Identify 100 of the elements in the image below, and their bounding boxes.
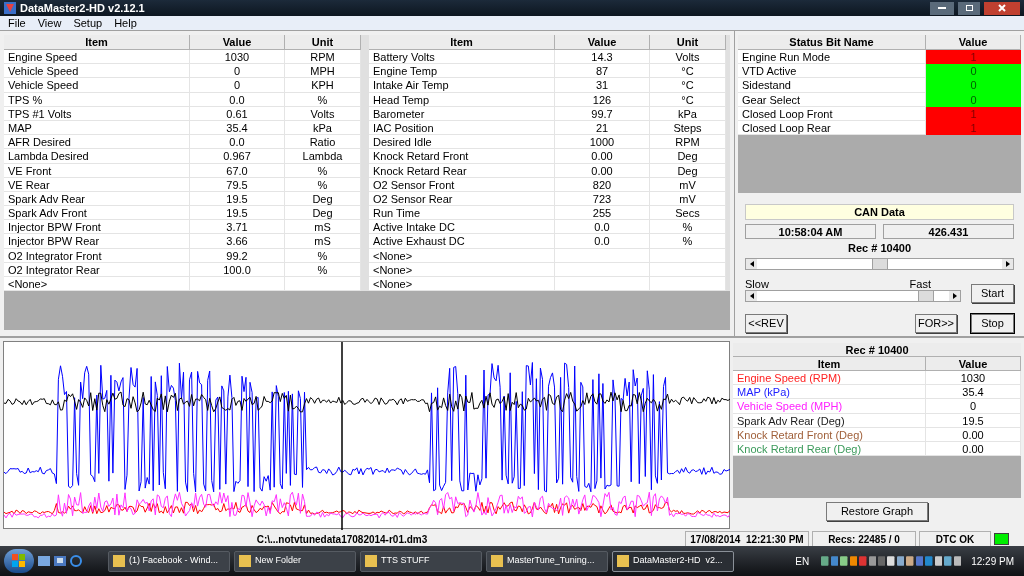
- table-cell: 67.0: [190, 163, 285, 178]
- table-cell: Closed Loop Rear: [742, 121, 831, 134]
- table-cell: Lambda Desired: [4, 149, 190, 164]
- table-cell: MAP: [4, 120, 190, 136]
- table-cell: VTD Active: [742, 65, 797, 78]
- table-cell: Battery Volts: [369, 50, 555, 65]
- table-cell: mV: [650, 191, 726, 207]
- status-value-cell: 1: [926, 50, 1021, 65]
- table-cell: 255: [555, 206, 650, 221]
- seconds-field: 426.431: [883, 224, 1014, 240]
- can-data-banner: CAN Data: [745, 204, 1014, 221]
- table-cell: 0.00: [555, 163, 650, 178]
- taskbar-button[interactable]: New Folder: [234, 550, 356, 572]
- scroll-right-button[interactable]: [1002, 259, 1013, 270]
- table-cell: Deg: [650, 163, 726, 178]
- legend-item: Knock Retard Front (Deg): [737, 428, 863, 441]
- menu-item[interactable]: Help: [114, 16, 137, 30]
- column-header[interactable]: Status Bit Name: [738, 35, 926, 50]
- table-cell: Engine Temp: [369, 64, 555, 79]
- table-cell: Spark Adv Front: [4, 206, 190, 221]
- table-cell: Secs: [650, 206, 726, 221]
- column-header[interactable]: Unit: [285, 35, 361, 50]
- table-cell: 87: [555, 64, 650, 79]
- scroll-left-button[interactable]: [746, 291, 757, 302]
- table-cell: Closed Loop Front: [742, 107, 833, 120]
- table-cell: 35.4: [190, 120, 285, 136]
- status-value-cell: 0: [926, 78, 1021, 93]
- table-cell: Knock Retard Front: [369, 149, 555, 164]
- table-cell: <None>: [369, 262, 555, 277]
- taskbar-button[interactable]: (1) Facebook - Wind...: [108, 550, 230, 572]
- button[interactable]: Restore Graph: [826, 502, 928, 522]
- legend-item: Engine Speed (RPM): [737, 372, 841, 384]
- column-header[interactable]: Value: [190, 35, 285, 50]
- window-icon: [113, 555, 125, 567]
- maximize-button[interactable]: [958, 1, 980, 15]
- table-cell: Deg: [285, 191, 361, 207]
- table-cell: 723: [555, 191, 650, 207]
- button[interactable]: Start: [971, 284, 1014, 304]
- table-cell: Vehicle Speed: [4, 78, 190, 93]
- taskbar-button[interactable]: MasterTune_Tuning...: [486, 550, 608, 572]
- table-cell: Knock Retard Rear: [369, 163, 555, 178]
- legend-item: Spark Adv Rear (Deg): [737, 414, 845, 427]
- taskbar-button[interactable]: DataMaster2-HD v2...: [612, 550, 734, 572]
- minimize-button[interactable]: [930, 1, 954, 15]
- table-cell: 99.2: [190, 248, 285, 263]
- clock[interactable]: 12:29 PM: [965, 553, 1020, 569]
- column-header[interactable]: Unit: [650, 35, 726, 50]
- column-header[interactable]: Value: [555, 35, 650, 50]
- close-icon: [998, 4, 1006, 12]
- table-cell: 31: [555, 78, 650, 93]
- menu-item[interactable]: Setup: [73, 16, 103, 30]
- taskbar-button[interactable]: TTS STUFF: [360, 550, 482, 572]
- slider-thumb[interactable]: [871, 259, 888, 270]
- table-cell: 21: [555, 120, 650, 136]
- table-cell: Barometer: [369, 106, 555, 121]
- table-cell: 0.0: [190, 135, 285, 150]
- slider-thumb[interactable]: [917, 291, 934, 302]
- left-arrow-icon: [749, 261, 754, 268]
- window-switch-icon[interactable]: [54, 556, 66, 566]
- table-cell: AFR Desired: [4, 135, 190, 150]
- table-cell: RPM: [285, 50, 361, 65]
- column-header[interactable]: Item: [4, 35, 190, 50]
- minimize-icon: [938, 7, 946, 10]
- table-cell: Deg: [650, 149, 726, 164]
- slow-label: Slow: [745, 278, 769, 291]
- windows-logo-icon: [12, 554, 26, 568]
- table-cell: Volts: [650, 50, 726, 65]
- column-header[interactable]: Value: [926, 357, 1021, 371]
- table-cell: 0.0: [555, 220, 650, 235]
- table-cell: Gear Select: [742, 93, 801, 106]
- table-cell: MPH: [285, 64, 361, 79]
- column-header[interactable]: Item: [369, 35, 555, 50]
- menu-item[interactable]: View: [37, 16, 62, 30]
- close-button[interactable]: [984, 1, 1020, 15]
- language-indicator[interactable]: EN: [795, 553, 810, 569]
- column-header[interactable]: Item: [733, 357, 926, 371]
- column-header[interactable]: Value: [926, 35, 1021, 50]
- table-cell: %: [285, 262, 361, 277]
- button[interactable]: <<REV: [745, 314, 787, 334]
- app-icon: [4, 2, 16, 14]
- fast-label: Fast: [909, 278, 931, 291]
- maximize-icon: [965, 5, 973, 11]
- table-cell: °C: [650, 64, 726, 79]
- table-cell: %: [285, 92, 361, 107]
- table-cell: <None>: [369, 248, 555, 263]
- button[interactable]: Stop: [971, 314, 1014, 334]
- scroll-right-button[interactable]: [949, 291, 960, 302]
- menu-item[interactable]: File: [8, 16, 26, 30]
- button[interactable]: FOR>>: [915, 314, 957, 334]
- scroll-left-button[interactable]: [746, 259, 757, 270]
- table-cell: Deg: [285, 206, 361, 221]
- table-cell: Engine Speed: [4, 50, 190, 65]
- table-cell: kPa: [650, 106, 726, 121]
- table-cell: Vehicle Speed: [4, 64, 190, 79]
- table-cell: °C: [650, 92, 726, 107]
- start-button[interactable]: [4, 549, 34, 573]
- table-cell: 0.00: [555, 149, 650, 164]
- table-cell: Engine Run Mode: [742, 51, 831, 63]
- table-cell: 14.3: [555, 50, 650, 65]
- table-cell: kPa: [285, 120, 361, 136]
